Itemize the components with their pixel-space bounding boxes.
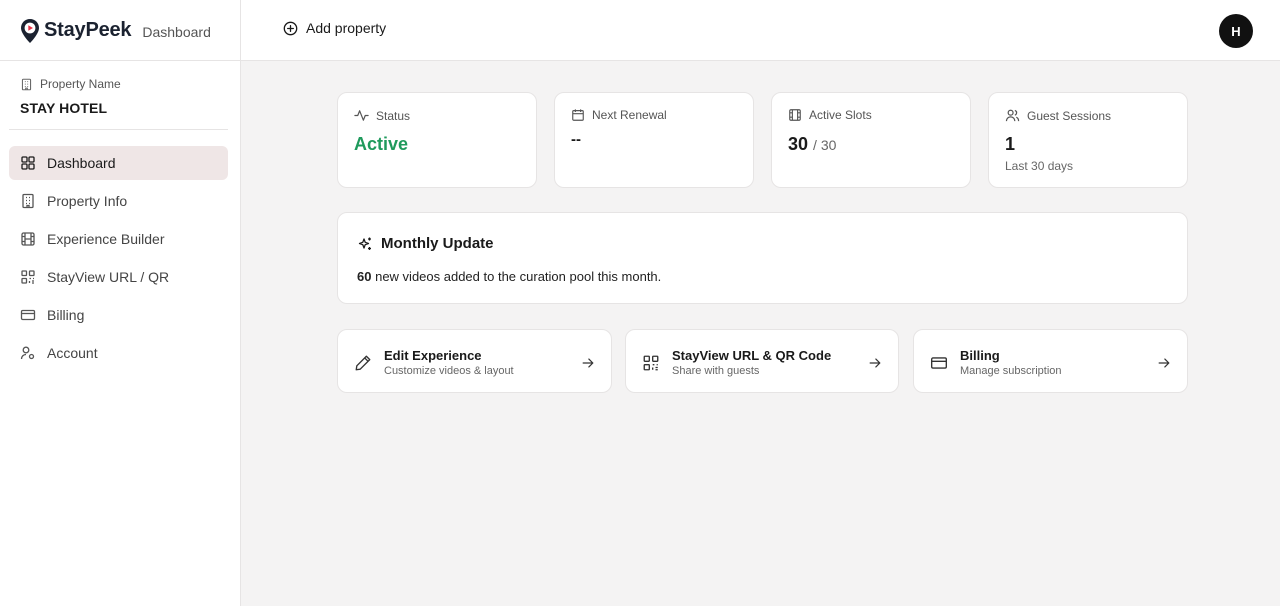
guest-sessions-card: Guest Sessions 1 Last 30 days: [988, 92, 1188, 188]
arrow-right-icon: [1158, 358, 1170, 368]
card-icon: [20, 309, 36, 321]
sidebar-item-dashboard[interactable]: Dashboard: [9, 146, 228, 180]
building-icon: [21, 78, 32, 90]
brand: StayPeek Dashboard: [0, 0, 241, 61]
monthly-update-title-text: Monthly Update: [381, 235, 494, 252]
active-slots-label: Active Slots: [809, 108, 872, 122]
guest-sessions-sub: Last 30 days: [1005, 159, 1074, 173]
next-renewal-value: --: [571, 131, 581, 148]
status-card: Status Active: [337, 92, 537, 188]
monthly-update-title: Monthly Update: [357, 235, 494, 252]
property-block: Property Name STAY HOTEL: [20, 77, 228, 116]
sidebar-item-property-info[interactable]: Property Info: [9, 184, 228, 218]
next-renewal-header: Next Renewal: [571, 108, 667, 122]
status-header: Status: [354, 108, 410, 123]
user-avatar[interactable]: H: [1219, 14, 1253, 48]
arrow-right-icon: [582, 358, 594, 368]
staypeek-logo-icon: [21, 18, 39, 43]
sidebar-item-label: Billing: [47, 307, 85, 323]
grid-icon: [21, 156, 35, 170]
users-icon: [1005, 109, 1020, 122]
sidebar-item-label: Property Info: [47, 193, 128, 209]
monthly-update-card: Monthly Update 60 new videos added to th…: [337, 212, 1188, 304]
stayview-qr-title: StayView URL & QR Code: [672, 348, 832, 363]
guest-sessions-value: 1: [1005, 134, 1016, 154]
brand-section: Dashboard: [142, 23, 211, 40]
sidebar: Property Name STAY HOTEL Dashboard Prope…: [0, 61, 241, 606]
status-label: Status: [376, 108, 411, 123]
sidebar-divider: [9, 129, 228, 130]
billing-title: Billing: [960, 348, 1000, 363]
guest-sessions-label: Guest Sessions: [1027, 108, 1112, 123]
edit-experience-sub: Customize videos & layout: [384, 365, 514, 377]
property-label: Property Name: [20, 77, 228, 91]
card-icon: [931, 357, 947, 369]
property-name: STAY HOTEL: [20, 100, 108, 116]
billing-sub: Manage subscription: [960, 365, 1062, 377]
sidebar-item-stayview-url-qr[interactable]: StayView URL / QR: [9, 260, 228, 294]
arrow-right-icon: [869, 358, 881, 368]
sidebar-nav: Dashboard Property Info Experience Build…: [9, 146, 228, 374]
sparkles-icon: [358, 237, 371, 250]
qr-icon: [643, 355, 659, 371]
calendar-icon: [572, 109, 584, 121]
monthly-update-body: new videos added to the curation pool th…: [375, 269, 662, 284]
sidebar-item-label: StayView URL / QR: [47, 269, 170, 285]
active-slots-value: 30 / 30: [788, 134, 836, 155]
pencil-icon: [355, 355, 371, 371]
add-property-label: Add property: [306, 20, 387, 36]
next-renewal-card: Next Renewal --: [554, 92, 754, 188]
sidebar-item-billing[interactable]: Billing: [9, 298, 228, 332]
property-label-text: Property Name: [40, 77, 121, 91]
monthly-update-count: 60: [357, 269, 372, 284]
active-slots-header: Active Slots: [788, 108, 872, 122]
guest-sessions-header: Guest Sessions: [1005, 108, 1111, 123]
activity-icon: [354, 110, 369, 121]
stayview-qr-card[interactable]: StayView URL & QR Code Share with guests: [625, 329, 899, 393]
next-renewal-label: Next Renewal: [592, 108, 667, 122]
film-icon: [21, 232, 35, 246]
active-slots-total: / 30: [813, 137, 837, 153]
stayview-qr-sub: Share with guests: [672, 365, 760, 377]
sidebar-item-label: Dashboard: [47, 155, 116, 171]
sidebar-item-label: Experience Builder: [47, 231, 165, 247]
sidebar-item-label: Account: [47, 345, 98, 361]
active-slots-count: 30: [788, 134, 809, 154]
film-icon: [789, 109, 801, 121]
plus-circle-icon: [283, 21, 298, 35]
sidebar-item-experience-builder[interactable]: Experience Builder: [9, 222, 228, 256]
qr-icon: [21, 270, 35, 284]
building-icon: [22, 193, 34, 209]
edit-experience-card[interactable]: Edit Experience Customize videos & layou…: [337, 329, 612, 393]
brand-name: StayPeek: [44, 19, 132, 41]
sidebar-item-account[interactable]: Account: [9, 336, 228, 370]
monthly-update-text: 60 new videos added to the curation pool…: [357, 269, 661, 284]
billing-card[interactable]: Billing Manage subscription: [913, 329, 1188, 393]
add-property-button[interactable]: Add property: [283, 20, 386, 36]
edit-experience-title: Edit Experience: [384, 348, 482, 363]
top-header: StayPeek Dashboard Add property H: [0, 0, 1280, 61]
user-settings-icon: [20, 346, 35, 360]
status-value: Active: [354, 134, 409, 154]
active-slots-card: Active Slots 30 / 30: [771, 92, 971, 188]
